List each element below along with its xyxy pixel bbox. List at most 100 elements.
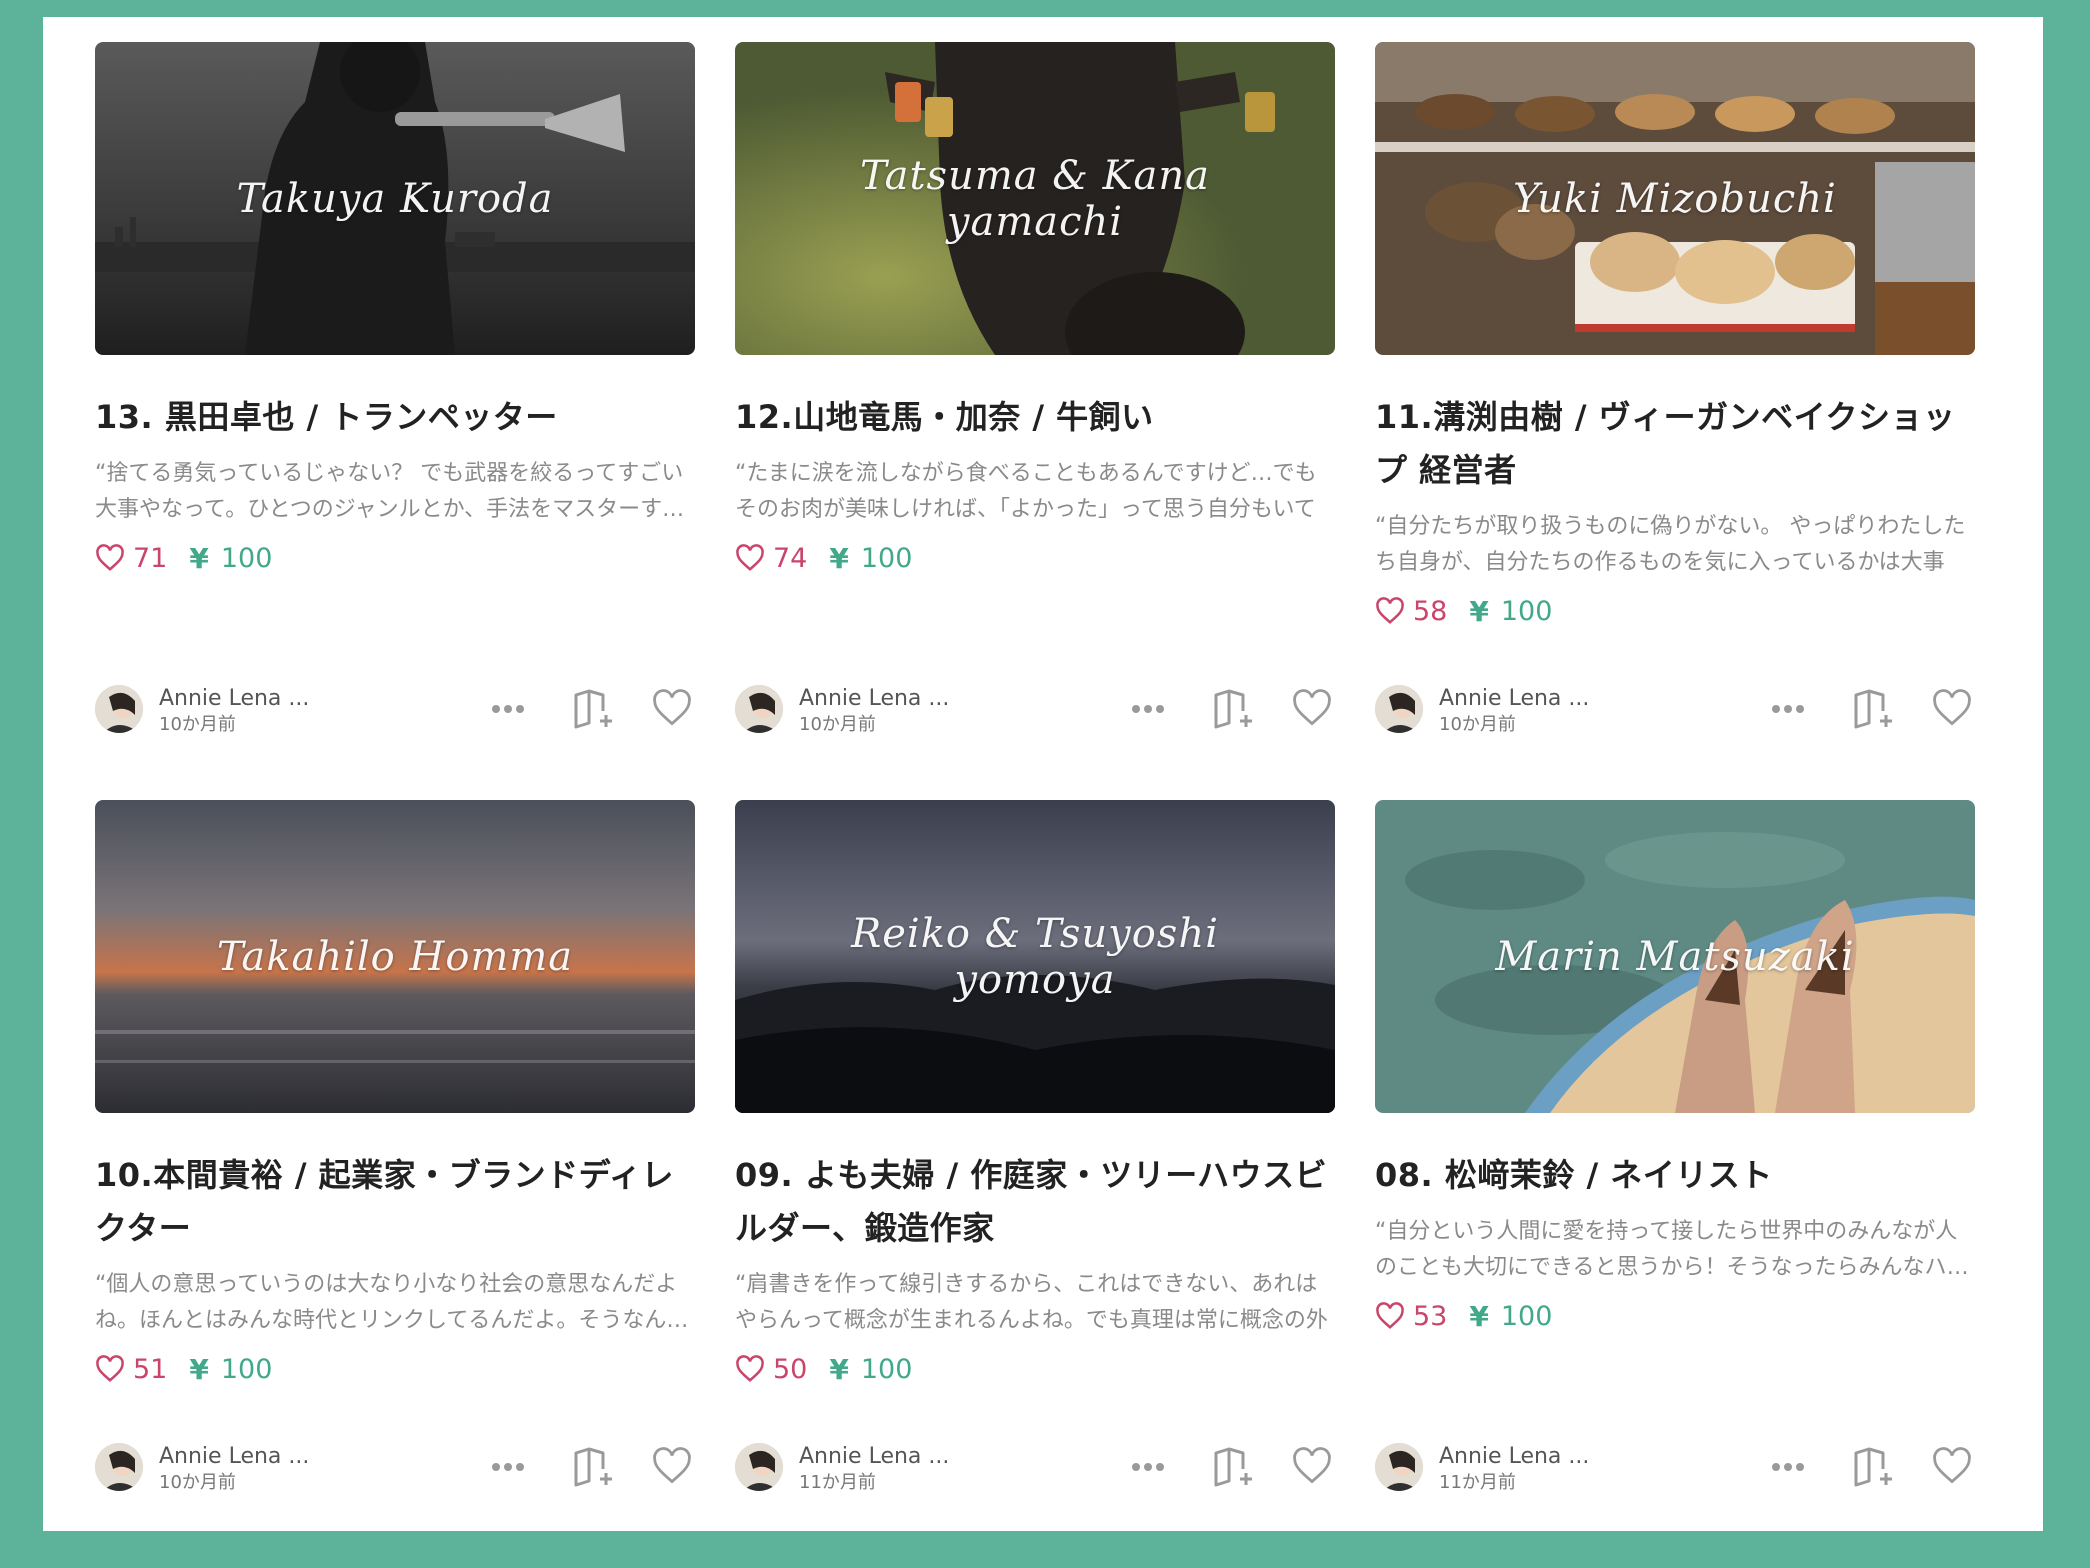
article-title[interactable]: 13. 黒田卓也 / トランペッター [95,391,695,444]
publish-date: 10か月前 [799,714,876,735]
add-to-magazine-icon[interactable] [1853,1447,1897,1491]
article-thumbnail[interactable]: Reiko & Tsuyoshi yomoya [735,800,1335,1113]
article-excerpt: “捨てる勇気っているじゃない？ でも武器を絞るってすごい大事やなって。ひとつのジ… [95,461,685,522]
publish-date: 10か月前 [159,1472,236,1493]
article-card[interactable]: Yuki Mizobuchi 11.溝渕由樹 / ヴィーガンベイクショップ 経営… [1375,42,1975,747]
article-thumbnail[interactable]: Marin Matsuzaki [1375,800,1975,1113]
name-signature: Takahilo Homma [216,933,574,980]
publish-date: 10か月前 [1439,714,1516,735]
author-name[interactable]: Annie Lena ... [159,685,309,713]
add-to-magazine-icon[interactable] [1213,689,1257,733]
price: ¥ 100 [1469,1300,1552,1333]
like-button-icon[interactable] [1291,689,1333,731]
name-signature: Yuki Mizobuchi [1513,175,1837,222]
heart-icon [1376,1302,1404,1329]
like-button-icon[interactable] [1931,689,1973,731]
add-to-magazine-icon[interactable] [573,689,617,733]
add-to-magazine-icon[interactable] [1853,689,1897,733]
name-signature: Tatsuma & Kana yamachi [860,152,1210,245]
heart-icon [1376,597,1404,624]
yen-icon: ¥ [189,541,209,575]
avatar[interactable] [1375,685,1423,733]
author-name[interactable]: Annie Lena ... [1439,685,1589,713]
author-name[interactable]: Annie Lena ... [159,1443,309,1471]
article-card[interactable]: Reiko & Tsuyoshi yomoya 09. よも夫婦 / 作庭家・ツ… [735,800,1335,1505]
heart-icon [96,544,124,571]
more-options-icon[interactable] [1131,699,1165,718]
article-thumbnail[interactable]: Takuya Kuroda [95,42,695,355]
article-card[interactable]: Takahilo Homma 10.本間貴裕 / 起業家・ブランドディレクター … [95,800,695,1505]
like-count-value: 51 [133,1353,168,1385]
like-count-value: 58 [1413,595,1448,627]
heart-icon [96,1355,124,1382]
article-stats: 53 ¥ 100 [1375,1298,1975,1334]
more-options-icon[interactable] [491,1457,525,1476]
add-to-magazine-icon[interactable] [1213,1447,1257,1491]
avatar[interactable] [735,1443,783,1491]
article-title[interactable]: 10.本間貴裕 / 起業家・ブランドディレクター [95,1149,695,1255]
publish-date: 10か月前 [159,714,236,735]
price-value: 100 [860,542,913,574]
like-count-value: 53 [1413,1300,1448,1332]
avatar[interactable] [95,685,143,733]
publish-date: 11か月前 [799,1472,876,1493]
like-button-icon[interactable] [651,1447,693,1489]
more-options-icon[interactable] [1771,1457,1805,1476]
article-footer: Annie Lena ... 10か月前 [1375,685,1975,735]
article-footer: Annie Lena ... 10か月前 [735,685,1335,735]
article-footer: Annie Lena ... 10か月前 [95,1443,695,1493]
article-card[interactable]: Tatsuma & Kana yamachi 12.山地竜馬・加奈 / 牛飼い … [735,42,1335,747]
price-value: 100 [220,1353,273,1385]
yen-icon: ¥ [829,1352,849,1386]
like-count: 74 [735,543,807,574]
price: ¥ 100 [829,1353,912,1386]
like-button-icon[interactable] [1291,1447,1333,1489]
article-footer: Annie Lena ... 11か月前 [735,1443,1335,1493]
article-stats: 71 ¥ 100 [95,540,695,576]
author-name[interactable]: Annie Lena ... [799,685,949,713]
article-thumbnail[interactable]: Takahilo Homma [95,800,695,1113]
like-count: 50 [735,1354,807,1385]
content-panel: Takuya Kuroda 13. 黒田卓也 / トランペッター “捨てる勇気っ… [43,17,2043,1531]
like-button-icon[interactable] [1931,1447,1973,1489]
yen-icon: ¥ [829,541,849,575]
yen-icon: ¥ [189,1352,209,1386]
heart-icon [736,544,764,571]
name-signature: Marin Matsuzaki [1495,933,1855,980]
article-excerpt: “たまに涙を流しながら食べることもあるんですけど…でもそのお肉が美味しければ、「… [735,461,1317,522]
yen-icon: ¥ [1469,1299,1489,1333]
article-card[interactable]: Takuya Kuroda 13. 黒田卓也 / トランペッター “捨てる勇気っ… [95,42,695,747]
price: ¥ 100 [1469,595,1552,628]
article-excerpt: “自分たちが取り扱うものに偽りがない。 やっぱりわたしたち自身が、自分たちの作る… [1375,514,1966,575]
article-thumbnail[interactable]: Yuki Mizobuchi [1375,42,1975,355]
price-value: 100 [1500,1300,1553,1332]
like-count: 71 [95,543,167,574]
more-options-icon[interactable] [1771,699,1805,718]
avatar[interactable] [1375,1443,1423,1491]
article-footer: Annie Lena ... 10か月前 [95,685,695,735]
article-stats: 58 ¥ 100 [1375,593,1975,629]
article-title[interactable]: 09. よも夫婦 / 作庭家・ツリーハウスビルダー、鍛造作家 [735,1149,1335,1255]
price-value: 100 [220,542,273,574]
add-to-magazine-icon[interactable] [573,1447,617,1491]
author-name[interactable]: Annie Lena ... [799,1443,949,1471]
article-excerpt: “肩書きを作って線引きするから、これはできない、あれはやらんって概念が生まれるん… [735,1272,1328,1333]
price: ¥ 100 [189,1353,272,1386]
like-count: 53 [1375,1301,1447,1332]
article-title[interactable]: 12.山地竜馬・加奈 / 牛飼い [735,391,1335,444]
article-card[interactable]: Marin Matsuzaki 08. 松﨑茉鈴 / ネイリスト “自分という人… [1375,800,1975,1505]
publish-date: 11か月前 [1439,1472,1516,1493]
article-excerpt: “個人の意思っていうのは大なり小なり社会の意思なんだよね。ほんとはみんな時代とリ… [95,1272,689,1333]
like-count-value: 74 [773,542,808,574]
article-thumbnail[interactable]: Tatsuma & Kana yamachi [735,42,1335,355]
article-stats: 50 ¥ 100 [735,1351,1335,1387]
like-button-icon[interactable] [651,689,693,731]
article-title[interactable]: 11.溝渕由樹 / ヴィーガンベイクショップ 経営者 [1375,391,1975,497]
more-options-icon[interactable] [491,699,525,718]
avatar[interactable] [95,1443,143,1491]
more-options-icon[interactable] [1131,1457,1165,1476]
heart-icon [736,1355,764,1382]
article-title[interactable]: 08. 松﨑茉鈴 / ネイリスト [1375,1149,1975,1202]
avatar[interactable] [735,685,783,733]
author-name[interactable]: Annie Lena ... [1439,1443,1589,1471]
